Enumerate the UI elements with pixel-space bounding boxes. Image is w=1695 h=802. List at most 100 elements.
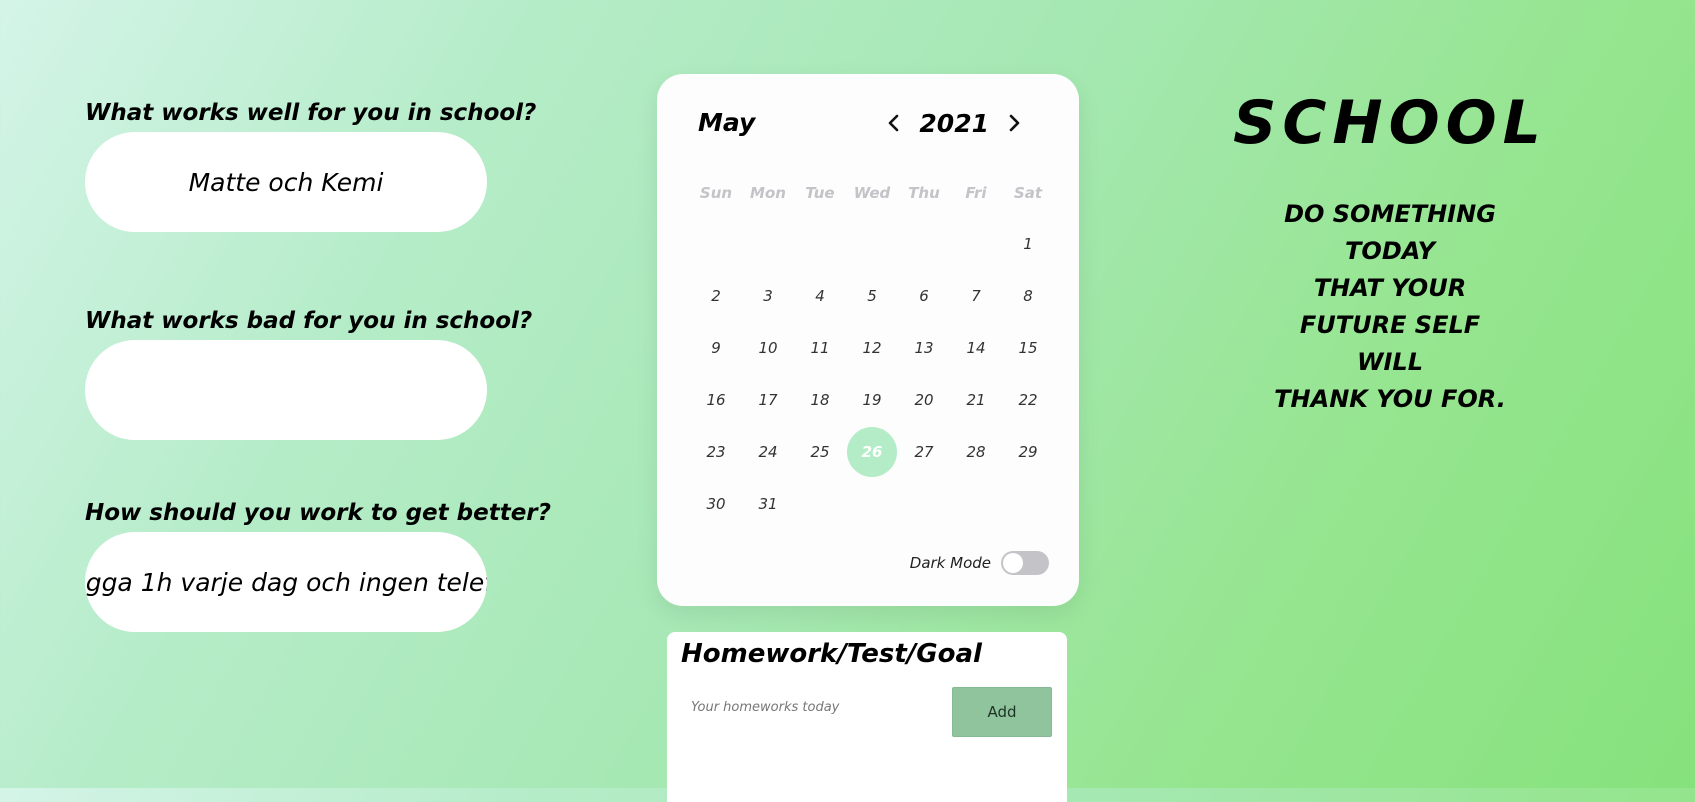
calendar-day[interactable]: 12 (846, 322, 898, 374)
answer-field-get-better[interactable]: Plugga 1h varje dag och ingen telefon (85, 532, 487, 632)
question-title: What works well for you in school? (85, 100, 537, 126)
calendar-day[interactable]: 4 (794, 270, 846, 322)
calendar-day-number: 22 (1018, 391, 1038, 409)
chevron-left-icon[interactable] (879, 108, 909, 138)
calendar-day-number: 25 (810, 443, 830, 461)
calendar-empty-cell (846, 218, 898, 270)
calendar-day[interactable]: 24 (742, 426, 794, 478)
calendar-day[interactable]: 14 (950, 322, 1002, 374)
calendar-day-number: 18 (810, 391, 830, 409)
chevron-right-icon[interactable] (999, 108, 1029, 138)
calendar-day-number: 21 (966, 391, 986, 409)
calendar-empty-cell (950, 218, 1002, 270)
calendar-day[interactable]: 8 (1002, 270, 1054, 322)
dark-mode-toggle[interactable] (1001, 551, 1049, 575)
weekday-label: Wed (853, 184, 891, 202)
calendar-day[interactable]: 21 (950, 374, 1002, 426)
calendar-day-number: 16 (706, 391, 726, 409)
calendar-day[interactable]: 25 (794, 426, 846, 478)
question-title: How should you work to get better? (85, 500, 551, 526)
calendar-day-number: 14 (966, 339, 986, 357)
question-title: What works bad for you in school? (85, 308, 533, 334)
quote-line: DO SOMETHING (1284, 200, 1496, 228)
calendar-day-number: 31 (758, 495, 778, 513)
calendar-month: May (698, 108, 756, 137)
calendar-day[interactable]: 30 (690, 478, 742, 530)
quote-line: THAT YOUR (1313, 274, 1467, 302)
calendar-card: May 2021 Sun Mon Tue Wed Thu Fri Sat 123456789… (657, 74, 1079, 606)
calendar-day-number: 20 (914, 391, 934, 409)
weekday-label: Mon (750, 184, 786, 202)
calendar-day-number: 1 (1023, 235, 1033, 253)
weekday-label: Tue (805, 184, 835, 202)
calendar-day-number: 24 (758, 443, 778, 461)
calendar-day[interactable]: 19 (846, 374, 898, 426)
homework-input[interactable] (681, 687, 951, 727)
calendar-day-number: 6 (919, 287, 929, 305)
calendar-day[interactable]: 10 (742, 322, 794, 374)
calendar-day[interactable]: 6 (898, 270, 950, 322)
calendar-day-number: 11 (810, 339, 830, 357)
calendar-day[interactable]: 3 (742, 270, 794, 322)
answer-field-works-well[interactable]: Matte och Kemi (85, 132, 487, 232)
calendar-empty-cell (794, 218, 846, 270)
homework-title: Homework/Test/Goal (681, 639, 982, 669)
calendar-day-number: 7 (971, 287, 981, 305)
calendar-empty-cell (690, 218, 742, 270)
calendar-weekday-header: Sun Mon Tue Wed Thu Fri Sat (690, 184, 1054, 202)
calendar-day[interactable]: 11 (794, 322, 846, 374)
calendar-day-number: 5 (867, 287, 877, 305)
calendar-day-selected[interactable]: 26 (846, 426, 898, 478)
calendar-day[interactable]: 1 (1002, 218, 1054, 270)
question-block-get-better: How should you work to get better? Plugg… (85, 498, 551, 632)
calendar-day-number: 9 (711, 339, 721, 357)
quote-line: THANK YOU FOR. (1274, 385, 1506, 413)
calendar-day[interactable]: 9 (690, 322, 742, 374)
calendar-day-grid: 1 2 3 4 5 6 7 8 9 10 11 12 13 14 15 16 17 18 19 20 21 22 23 24 2… (690, 218, 1054, 530)
calendar-day[interactable]: 2 (690, 270, 742, 322)
question-block-works-bad: What works bad for you in school? (85, 306, 533, 440)
calendar-day[interactable]: 22 (1002, 374, 1054, 426)
calendar-day-number: 2 (711, 287, 721, 305)
calendar-day-number: 4 (815, 287, 825, 305)
calendar-empty-cell (742, 218, 794, 270)
answer-field-works-bad[interactable] (85, 340, 487, 440)
school-title: SCHOOL (1233, 88, 1547, 158)
calendar-day[interactable]: 20 (898, 374, 950, 426)
weekday-label: Fri (965, 184, 987, 202)
calendar-day[interactable]: 29 (1002, 426, 1054, 478)
calendar-day-number: 10 (758, 339, 778, 357)
dark-mode-control: Dark Mode (910, 551, 1049, 575)
calendar-day[interactable]: 5 (846, 270, 898, 322)
weekday-label: Sun (699, 184, 733, 202)
quote-line: TODAY (1345, 237, 1435, 265)
calendar-day-number: 15 (1018, 339, 1038, 357)
quote-line: WILL (1357, 348, 1423, 376)
weekday-label: Thu (908, 184, 940, 202)
dark-mode-label: Dark Mode (909, 554, 991, 572)
question-block-works-well: What works well for you in school? Matte… (85, 98, 537, 232)
calendar-day-number: 23 (706, 443, 726, 461)
calendar-day[interactable]: 15 (1002, 322, 1054, 374)
calendar-day-number: 3 (763, 287, 773, 305)
calendar-day[interactable]: 28 (950, 426, 1002, 478)
calendar-day[interactable]: 7 (950, 270, 1002, 322)
calendar-day[interactable]: 13 (898, 322, 950, 374)
calendar-day-number: 26 (847, 427, 897, 477)
calendar-day[interactable]: 31 (742, 478, 794, 530)
calendar-day[interactable]: 17 (742, 374, 794, 426)
calendar-day-number: 8 (1023, 287, 1033, 305)
calendar-day-number: 13 (914, 339, 934, 357)
calendar-day-number: 29 (1018, 443, 1038, 461)
quote-line: FUTURE SELF (1299, 311, 1481, 339)
calendar-day-number: 30 (706, 495, 726, 513)
motivational-quote: DO SOMETHING TODAY THAT YOUR FUTURE SELF WIL… (1220, 196, 1560, 418)
calendar-day[interactable]: 27 (898, 426, 950, 478)
add-button[interactable]: Add (952, 687, 1052, 737)
calendar-day[interactable]: 16 (690, 374, 742, 426)
calendar-day[interactable]: 18 (794, 374, 846, 426)
toggle-knob (1003, 553, 1023, 573)
calendar-day-number: 19 (862, 391, 882, 409)
weekday-label: Sat (1013, 184, 1043, 202)
calendar-day[interactable]: 23 (690, 426, 742, 478)
